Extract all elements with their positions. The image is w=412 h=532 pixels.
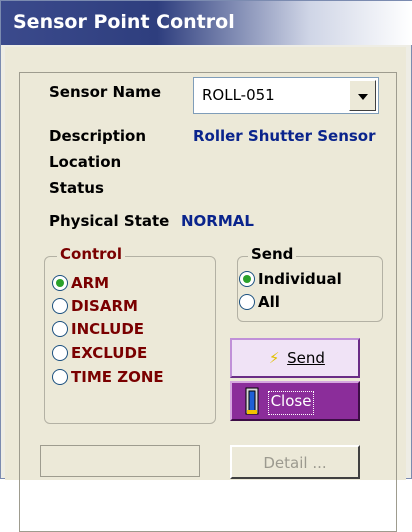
radio-individual-button[interactable] <box>239 271 255 287</box>
sensor-name-label: Sensor Name <box>49 83 161 101</box>
lightning-icon: ⚡ <box>268 349 280 367</box>
radio-time-zone-label: TIME ZONE <box>71 368 164 386</box>
sensor-point-control-window: Sensor Point Control Sensor Name ROLL-05… <box>0 0 412 532</box>
send-mode-group-legend: Send <box>248 245 297 263</box>
description-value: Roller Shutter Sensor <box>193 127 376 145</box>
door-exit-icon <box>245 387 259 415</box>
description-label: Description <box>49 127 147 145</box>
sensor-name-dropdown-button[interactable] <box>349 80 376 111</box>
radio-all-button[interactable] <box>239 294 255 310</box>
send-mode-group: Send <box>237 245 383 322</box>
location-label: Location <box>49 153 122 171</box>
detail-button[interactable]: Detail ... <box>230 445 360 479</box>
status-label: Status <box>49 179 104 197</box>
sensor-name-combo[interactable]: ROLL-051 <box>193 77 379 114</box>
control-group: Control <box>44 245 216 424</box>
radio-disarm-label: DISARM <box>71 297 138 315</box>
send-button-label: Send <box>287 349 325 367</box>
radio-exclude-label: EXCLUDE <box>71 344 148 362</box>
control-group-legend: Control <box>57 245 126 263</box>
physical-state-label: Physical State <box>49 212 170 230</box>
close-button[interactable]: Close <box>230 381 360 421</box>
sensor-name-value: ROLL-051 <box>202 86 275 104</box>
radio-include-button[interactable] <box>52 321 68 337</box>
status-display-box <box>40 445 200 477</box>
dialog-body: Sensor Name ROLL-051 Description Roller … <box>5 47 406 532</box>
radio-arm-label: ARM <box>71 274 110 292</box>
radio-disarm-button[interactable] <box>52 298 68 314</box>
radio-include-label: INCLUDE <box>71 320 145 338</box>
title-bar[interactable]: Sensor Point Control <box>1 1 412 45</box>
close-button-label: Close <box>268 391 314 415</box>
chevron-down-icon <box>358 94 368 100</box>
radio-arm-button[interactable] <box>52 275 68 291</box>
detail-button-label: Detail ... <box>263 454 327 472</box>
radio-individual-label: Individual <box>258 270 342 288</box>
send-button[interactable]: ⚡ Send <box>230 338 360 378</box>
radio-all-label: All <box>258 293 280 311</box>
radio-exclude-button[interactable] <box>52 345 68 361</box>
physical-state-value: NORMAL <box>181 212 254 230</box>
window-title: Sensor Point Control <box>13 11 235 33</box>
radio-time-zone-button[interactable] <box>52 369 68 385</box>
